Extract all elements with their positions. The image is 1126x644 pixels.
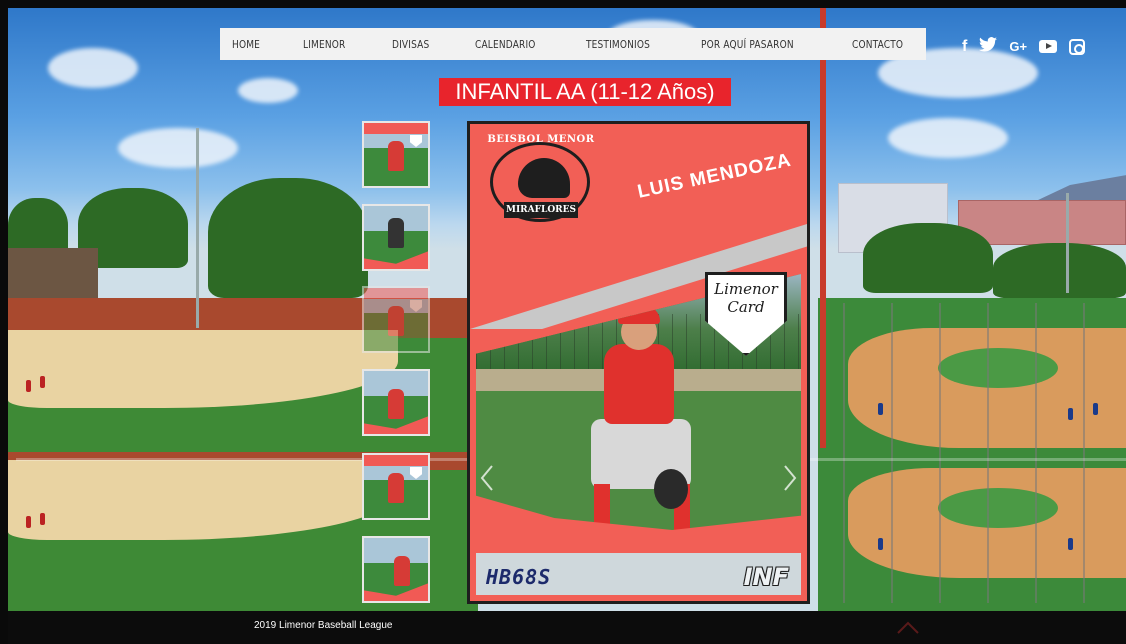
thumbnail[interactable] [362, 453, 430, 520]
youtube-icon[interactable] [1039, 40, 1058, 53]
nav-divisas[interactable]: DIVISAS [392, 38, 429, 51]
team-logo: BEISBOL MENOR MIRAFLORES [482, 132, 600, 228]
nav-limenor[interactable]: LIMENOR [303, 38, 345, 51]
instagram-icon[interactable] [1069, 38, 1086, 55]
nav-calendario[interactable]: CALENDARIO [475, 38, 536, 51]
back-to-top-icon[interactable] [896, 619, 920, 635]
badge-line-2: Card [727, 298, 765, 316]
badge-line-1: Limenor [714, 280, 778, 298]
logo-bottom-text: MIRAFLORES [504, 202, 578, 218]
page-title: INFANTIL AA (11-12 Años) [439, 78, 731, 106]
thumbnail[interactable] [362, 536, 430, 603]
thumbnail[interactable] [362, 204, 430, 271]
thumbnail[interactable] [362, 121, 430, 188]
limenor-card-badge-text: Limenor Card [708, 280, 784, 316]
logo-top-text: BEISBOL MENOR [487, 134, 595, 145]
prev-arrow[interactable] [480, 464, 494, 492]
facebook-icon[interactable]: f [962, 38, 967, 55]
thumbnail-selected[interactable] [362, 286, 430, 353]
next-arrow[interactable] [783, 464, 797, 492]
nav-contacto[interactable]: CONTACTO [852, 38, 903, 51]
card-category: INF [743, 563, 789, 591]
nav-home[interactable]: HOME [232, 38, 260, 51]
footer: 2019 Limenor Baseball League [8, 611, 1126, 644]
nav-por-aqui-pasaron[interactable]: POR AQUÍ PASARON [701, 38, 794, 51]
player-card: BEISBOL MENOR MIRAFLORES LUIS MENDOZA Li… [467, 121, 810, 604]
thumbnail[interactable] [362, 369, 430, 436]
footer-copyright: 2019 Limenor Baseball League [254, 620, 393, 631]
card-code: HB68S [486, 565, 552, 589]
google-plus-icon[interactable]: G+ [1009, 40, 1027, 53]
nav-testimonios[interactable]: TESTIMONIOS [586, 38, 650, 51]
twitter-icon[interactable] [979, 37, 998, 56]
main-nav: HOME LIMENOR DIVISAS CALENDARIO TESTIMON… [220, 28, 926, 60]
social-links: f G+ [962, 37, 1086, 56]
